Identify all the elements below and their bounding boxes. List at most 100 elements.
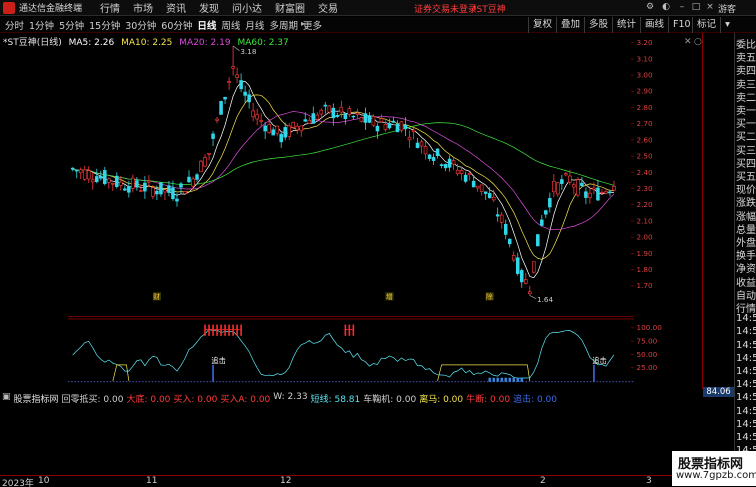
period-daily[interactable]: 日线 [197, 18, 216, 32]
period-15min[interactable]: 15分钟 [89, 18, 120, 32]
candle-body [99, 175, 103, 179]
watermark: 股票指标网 www.7gpzb.com [672, 451, 756, 486]
candle-body [215, 118, 219, 121]
candle-body [351, 115, 356, 118]
guest-label[interactable]: 游客 [718, 2, 736, 15]
menu-item-wealth[interactable]: 财富圈 [275, 0, 305, 15]
candle-body [78, 169, 83, 174]
candle-body [207, 152, 211, 155]
price-tick-label: 3.20 [637, 38, 654, 47]
candle-body [199, 160, 203, 173]
candle-body [323, 104, 328, 107]
multi-stock-button[interactable]: 多股 [584, 17, 612, 33]
menu-item-quotes[interactable]: 行情 [100, 0, 120, 15]
period-5min[interactable]: 5分钟 [59, 18, 84, 32]
candle-body [475, 185, 480, 189]
event-label: 增 [386, 292, 393, 301]
menu-item-ask[interactable]: 问小达 [232, 0, 262, 15]
ma60-label: MA60: 2.37 [237, 38, 289, 48]
mark-button[interactable]: 标记 [692, 17, 720, 33]
candle-body [519, 270, 524, 283]
quote-field-label: 14:56 [736, 418, 756, 430]
candle-body [231, 66, 235, 69]
period-1min[interactable]: 1分钟 [29, 18, 54, 32]
price-tick-label: 2.80 [637, 103, 654, 112]
adjust-button[interactable]: 复权 [528, 17, 556, 33]
candle-body [427, 154, 432, 159]
title-bar: 通达信金融终端 行情 市场 资讯 发现 问小达 财富圈 交易 证券交易未登录 *… [0, 0, 756, 16]
chevron-right-icon[interactable]: ▸ [301, 19, 305, 28]
price-tick-label: 2.10 [637, 216, 654, 225]
skin-icon[interactable]: ◐ [660, 2, 672, 13]
overlay-button[interactable]: 叠加 [556, 17, 584, 33]
f10-button[interactable]: F10 [668, 17, 695, 33]
candle-body [387, 123, 392, 129]
date-label: 12 [280, 476, 292, 486]
candle-body [275, 125, 279, 134]
settings-icon[interactable]: ⚙ [644, 2, 656, 13]
low-marker [529, 295, 537, 300]
menu-item-trade[interactable]: 交易 [318, 0, 338, 15]
chart-options-icon[interactable]: ✕ [684, 37, 692, 47]
candle-body [403, 124, 408, 130]
chart-expand-icon[interactable]: ○ [694, 37, 702, 47]
period-toolbar: 分时 1分钟 5分钟 15分钟 30分钟 60分钟 日线 周线 月线 多周期 更… [0, 17, 756, 33]
candle-body [311, 113, 316, 124]
login-status[interactable]: 证券交易未登录 [414, 2, 477, 15]
menu-item-discover[interactable]: 发现 [199, 0, 219, 15]
signal-block [516, 377, 519, 382]
indicator-settings-icon[interactable]: ▣ [2, 392, 11, 405]
period-30min[interactable]: 30分钟 [125, 18, 156, 32]
maximize-icon[interactable]: □ [690, 2, 702, 13]
period-monthly[interactable]: 月线 [245, 18, 264, 32]
candle-body [86, 170, 91, 180]
candle-body [90, 179, 95, 183]
chevron-down-icon[interactable]: ▾ [720, 17, 734, 33]
candle-body [243, 91, 247, 96]
ma10-label: MA10: 2.25 [121, 38, 173, 48]
candle-body [423, 146, 428, 155]
ma5-label: MA5: 2.26 [68, 38, 115, 48]
period-more[interactable]: 更多 [303, 18, 322, 32]
menu-item-market[interactable]: 市场 [133, 0, 153, 15]
quote-field-label: 14:55 [736, 379, 756, 391]
close-icon[interactable]: × [704, 2, 716, 13]
candle-body [367, 115, 372, 123]
candle-body [411, 129, 416, 133]
candle-body [459, 170, 464, 174]
candle-body [339, 106, 344, 113]
stock-tag: *ST豆神 [472, 5, 506, 15]
event-label: 财 [153, 292, 160, 301]
ma-line [72, 122, 615, 186]
period-weekly[interactable]: 周线 [221, 18, 240, 32]
price-tick-label: 3.10 [637, 54, 654, 63]
period-multi[interactable]: 多周期 [269, 18, 298, 32]
candle-body [363, 113, 368, 123]
candle-body [572, 184, 576, 188]
candle-body [283, 127, 287, 138]
quote-field-label: 14:55 [736, 326, 756, 338]
date-label: 3 [646, 476, 652, 486]
signal-block [488, 377, 491, 382]
stats-button[interactable]: 统计 [612, 17, 640, 33]
candle-body [143, 182, 147, 192]
ma-line [72, 94, 614, 260]
indicator-name[interactable]: 股票指标网 [14, 392, 59, 405]
event-label: 除 [486, 292, 493, 301]
minimize-icon[interactable]: – [676, 2, 688, 13]
period-60min[interactable]: 60分钟 [161, 18, 192, 32]
candle-body [407, 136, 412, 141]
candle-body [431, 157, 436, 161]
menu-item-news[interactable]: 资讯 [166, 0, 186, 15]
price-chart[interactable]: 3.20 3.10 3.00 2.90 2.80 2.70 2.60 2.50 2.40 2.30… [0, 33, 703, 389]
candle-body [391, 120, 396, 123]
candle-body [395, 123, 400, 133]
candle-body [183, 191, 187, 194]
candle-body [383, 124, 388, 130]
candle-body [147, 180, 151, 183]
draw-button[interactable]: 画线 [640, 17, 668, 33]
indicator-item: 买入: 0.00 [173, 395, 218, 405]
period-tick[interactable]: 分时 [5, 18, 24, 32]
candle-body [439, 164, 444, 166]
candle-body [479, 184, 484, 192]
